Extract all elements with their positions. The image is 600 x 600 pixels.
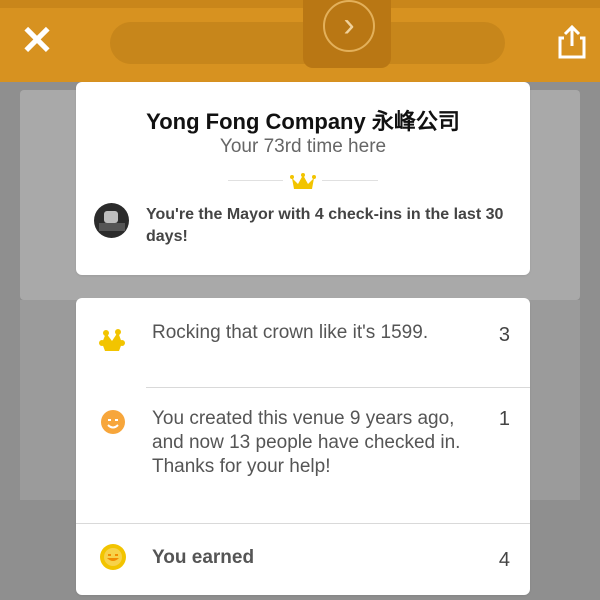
stat-text: Rocking that crown like it's 1599. [152,322,429,343]
venue-title: Yong Fong Company 永峰公司 [146,109,460,134]
next-arrow-button[interactable]: › [303,0,391,68]
stat-count: 4 [498,549,510,571]
stat-row-earned: You earned 4 [76,523,530,595]
stat-count: 3 [498,324,510,346]
smiley-face-icon [101,410,125,434]
mayor-avatar[interactable] [94,203,129,238]
mayor-status-text: You're the Mayor with 4 check-ins in the… [146,206,504,245]
avatar-image-part [99,223,125,231]
stat-row-crown: Rocking that crown like it's 1599. 3 [76,298,530,387]
share-button[interactable] [555,24,589,60]
venue-card: Yong Fong Company 永峰公司 Your 73rd time he… [76,82,530,275]
divider-right [322,180,378,181]
visit-count-subtitle: Your 73rd time here [219,136,387,157]
stat-row-venue-created: You created this venue 9 years ago, and … [76,387,530,523]
chevron-right-icon: › [323,0,375,52]
crown-sticker-icon [99,329,125,351]
close-button[interactable]: ✕ [20,21,54,61]
stat-count: 1 [498,408,510,430]
share-icon [558,24,586,59]
divider-left [228,180,283,181]
status-bar [0,0,600,8]
stat-text: You created this venue 9 years ago, and … [152,408,461,477]
avatar-image-part [104,211,118,223]
coin-icon [100,544,126,570]
crown-icon [290,173,316,189]
stats-card: Rocking that crown like it's 1599. 3 You… [76,298,530,595]
stat-text: You earned [152,547,255,568]
